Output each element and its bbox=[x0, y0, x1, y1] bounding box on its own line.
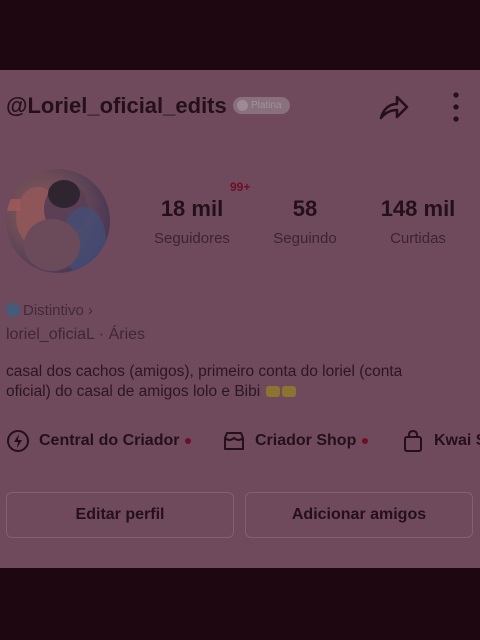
link-label: Central do Criador bbox=[39, 432, 180, 449]
profile-card: @Loriel_oficial_edits Platina 99+ 18 mil… bbox=[0, 70, 480, 568]
username: @Loriel_oficial_edits bbox=[6, 93, 227, 118]
likes-count: 148 mil bbox=[380, 196, 456, 221]
stat-following[interactable]: 58 Seguindo bbox=[262, 196, 348, 247]
handle-zodiac: loriel_oficiaL · Áries bbox=[6, 326, 146, 343]
stat-followers[interactable]: 18 mil Seguidores bbox=[142, 196, 242, 247]
bottom-dark-overlay bbox=[0, 568, 480, 640]
badge-label: Platina bbox=[251, 100, 282, 111]
likes-label: Curtidas bbox=[390, 230, 446, 247]
link-criador-shop[interactable]: Criador Shop bbox=[222, 426, 369, 456]
bio-text: casal dos cachos (amigos), primeiro cont… bbox=[6, 363, 403, 400]
distintivo-link[interactable]: Distintivo › bbox=[6, 302, 93, 319]
link-label: Kwai S bbox=[434, 432, 480, 449]
share-icon[interactable] bbox=[376, 90, 410, 124]
emoji-icon bbox=[266, 386, 281, 397]
lightning-icon bbox=[7, 430, 29, 452]
followers-count: 18 mil bbox=[160, 196, 224, 221]
distintivo-label: Distintivo › bbox=[23, 302, 94, 319]
more-options-icon[interactable] bbox=[446, 90, 466, 124]
notification-badge: 99+ bbox=[230, 180, 251, 194]
distintivo-icon bbox=[6, 303, 20, 317]
level-badge[interactable]: Platina bbox=[233, 97, 290, 114]
link-kwai-shop[interactable]: Kwai S bbox=[401, 426, 480, 456]
badge-icon bbox=[237, 100, 248, 111]
profile-header: @Loriel_oficial_edits Platina bbox=[6, 90, 476, 124]
stat-likes[interactable]: 148 mil Curtidas bbox=[372, 196, 464, 247]
shop-icon bbox=[224, 432, 244, 450]
new-dot bbox=[362, 438, 369, 444]
edit-profile-button[interactable]: Editar perfil bbox=[6, 492, 234, 538]
creator-links: Central do Criador Criador Shop Kwai S bbox=[6, 426, 480, 456]
following-label: Seguindo bbox=[273, 230, 337, 247]
top-dark-overlay bbox=[0, 0, 480, 70]
avatar[interactable] bbox=[6, 169, 110, 273]
emoji-icon bbox=[282, 386, 297, 397]
link-central-do-criador[interactable]: Central do Criador bbox=[6, 426, 192, 456]
avatar-photo bbox=[6, 180, 106, 273]
add-friends-button[interactable]: Adicionar amigos bbox=[245, 492, 473, 538]
link-label: Criador Shop bbox=[255, 432, 357, 449]
bag-icon bbox=[404, 429, 422, 452]
following-count: 58 bbox=[292, 196, 318, 221]
followers-label: Seguidores bbox=[154, 230, 230, 247]
bio: casal dos cachos (amigos), primeiro cont… bbox=[6, 362, 446, 402]
new-dot bbox=[185, 438, 192, 444]
